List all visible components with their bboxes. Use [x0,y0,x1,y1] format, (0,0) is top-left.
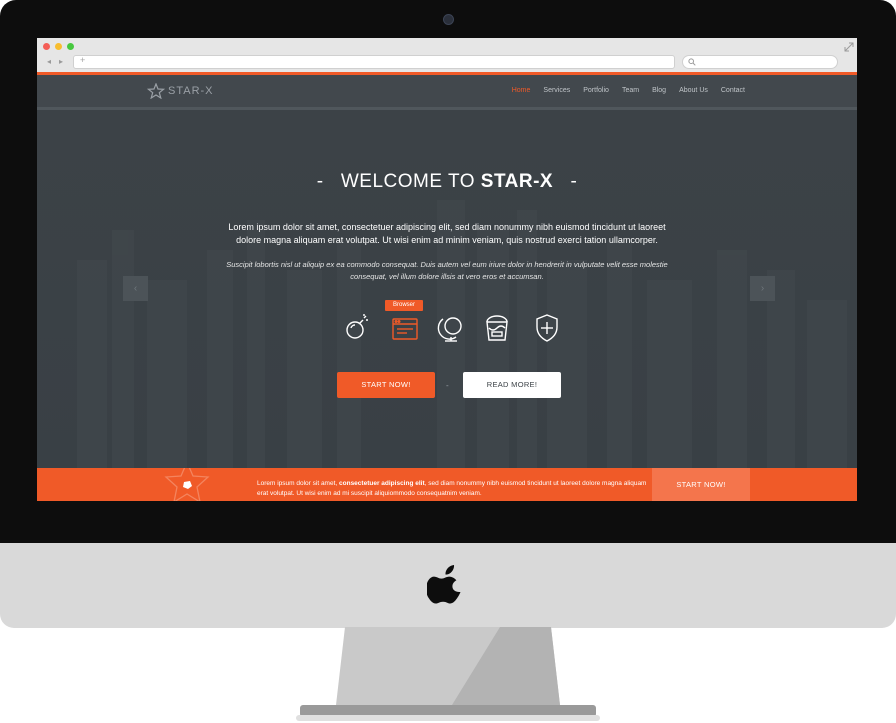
search-icon [688,58,696,66]
cta-text-bold: consectetuer adipiscing elit [339,480,425,487]
back-button[interactable]: ◂ [47,57,51,66]
address-bar[interactable]: + [73,55,675,69]
new-tab-icon[interactable]: + [80,55,85,65]
star-logo-icon [147,83,165,99]
main-nav: Home Services Portfolio Team Blog About … [512,87,745,94]
camera-icon [443,14,454,25]
cta-banner-text: Lorem ipsum dolor sit amet, consectetuer… [257,479,657,499]
slider-prev-button[interactable]: ‹ [123,276,148,301]
forward-button[interactable]: ▸ [59,57,63,66]
hero-lead-text: Lorem ipsum dolor sit amet, consectetuer… [228,222,666,245]
globe-icon[interactable] [437,317,462,342]
close-window-button[interactable] [43,43,50,50]
hero-title: - WELCOME TO STAR-X - [37,171,857,193]
browser-toolbar: ◂ ▸ + [37,38,857,72]
start-now-button[interactable]: START NOW! [337,372,435,398]
logo-text: STAR-X [168,85,214,97]
nav-item-portfolio[interactable]: Portfolio [583,87,609,94]
shield-plus-icon[interactable] [536,314,558,342]
city-skyline-background [77,200,847,468]
browser-icon[interactable] [392,318,418,340]
site-logo[interactable]: STAR-X [147,83,214,99]
feature-icons [346,314,558,342]
fullscreen-icon[interactable] [844,42,854,52]
hero-sub-text: Suscipit lobortis nisl ut aliquip ex ea … [226,260,668,281]
nav-item-about-us[interactable]: About Us [679,87,708,94]
slider-next-button[interactable]: › [750,276,775,301]
screen: ◂ ▸ + STAR-X Home Services Portfolio Tea… [37,38,857,501]
cta-start-now-button[interactable]: START NOW! [652,468,750,501]
nav-item-services[interactable]: Services [543,87,570,94]
hero-title-suffix: - [553,171,578,192]
nav-item-blog[interactable]: Blog [652,87,666,94]
button-separator: - [446,381,449,390]
paint-bucket-icon[interactable] [486,315,508,341]
nav-item-home[interactable]: Home [512,87,531,94]
browser-search-input[interactable] [682,55,838,69]
minimize-window-button[interactable] [55,43,62,50]
hero-title-prefix: - WELCOME TO [316,171,481,192]
read-more-button[interactable]: READ MORE! [463,372,561,398]
apple-logo-icon [427,565,461,604]
maximize-window-button[interactable] [67,43,74,50]
hero-title-brand: STAR-X [480,171,554,192]
nav-item-contact[interactable]: Contact [721,87,745,94]
bomb-icon[interactable] [346,314,368,339]
icon-tooltip: Browser [385,300,423,311]
banner-star-icon [164,468,210,501]
nav-item-team[interactable]: Team [622,87,639,94]
cta-text-start: Lorem ipsum dolor sit amet, [257,480,340,487]
